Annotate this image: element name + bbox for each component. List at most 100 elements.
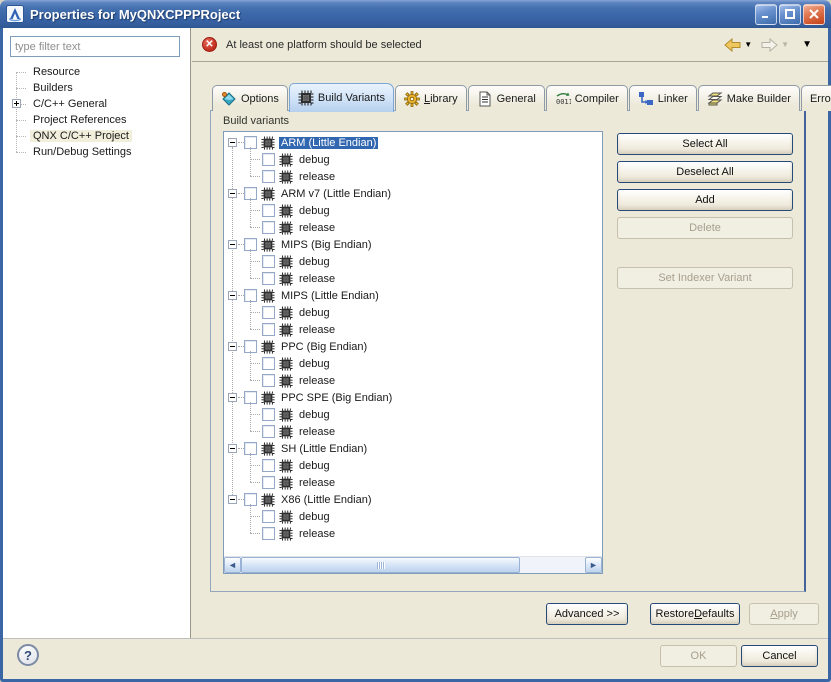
tree-row-variant[interactable]: release xyxy=(224,525,602,542)
tree-row-variant[interactable]: release xyxy=(224,321,602,338)
scroll-left-button[interactable]: ◄ xyxy=(224,557,241,573)
tab-label: Options xyxy=(241,93,279,105)
collapse-icon[interactable] xyxy=(228,240,237,249)
restore-defaults-button[interactable]: Restore Defaults xyxy=(650,603,740,625)
tree-row-platform[interactable]: PPC (Big Endian) xyxy=(224,338,602,355)
sidebar-item-label: Builders xyxy=(30,82,76,94)
tree-row-variant[interactable]: debug xyxy=(224,304,602,321)
help-button[interactable]: ? xyxy=(17,644,39,666)
tab-linker[interactable]: Linker xyxy=(629,85,697,111)
chip-icon xyxy=(261,442,275,456)
tree-row-variant[interactable]: debug xyxy=(224,457,602,474)
cancel-button[interactable]: Cancel xyxy=(741,645,818,667)
tree-row-variant[interactable]: debug xyxy=(224,406,602,423)
variant-checkbox[interactable] xyxy=(262,425,275,438)
chip-icon xyxy=(279,357,293,371)
tree-row-platform[interactable]: ARM (Little Endian) xyxy=(224,134,602,151)
variant-checkbox[interactable] xyxy=(262,374,275,387)
set-indexer-variant-button[interactable]: Set Indexer Variant xyxy=(617,267,793,289)
tree-row-variant[interactable]: debug xyxy=(224,355,602,372)
ok-button[interactable]: OK xyxy=(660,645,737,667)
apply-button[interactable]: Apply xyxy=(749,603,819,625)
deselect-all-button[interactable]: Deselect All xyxy=(617,161,793,183)
tree-row-platform[interactable]: MIPS (Big Endian) xyxy=(224,236,602,253)
variant-checkbox[interactable] xyxy=(262,255,275,268)
tree-row-variant[interactable]: release xyxy=(224,372,602,389)
variant-checkbox[interactable] xyxy=(262,306,275,319)
expand-icon[interactable] xyxy=(12,99,21,108)
sidebar-item-project-references[interactable]: Project References xyxy=(3,112,191,128)
variant-label: release xyxy=(297,273,337,285)
tab-error-parsers[interactable]: Error Parsers xyxy=(801,85,831,111)
add-button[interactable]: Add xyxy=(617,189,793,211)
forward-arrow-icon[interactable] xyxy=(761,38,778,52)
collapse-icon[interactable] xyxy=(228,444,237,453)
platform-label: MIPS (Big Endian) xyxy=(279,239,373,251)
sidebar-item-qnx-c-c-project[interactable]: QNX C/C++ Project xyxy=(3,128,191,144)
scroll-track[interactable] xyxy=(241,557,585,573)
variant-checkbox[interactable] xyxy=(262,323,275,336)
scroll-right-button[interactable]: ► xyxy=(585,557,602,573)
tree-row-variant[interactable]: release xyxy=(224,219,602,236)
sidebar-item-builders[interactable]: Builders xyxy=(3,80,191,96)
collapse-icon[interactable] xyxy=(228,393,237,402)
collapse-icon[interactable] xyxy=(228,291,237,300)
tab-library[interactable]: Library xyxy=(395,85,467,111)
variant-checkbox[interactable] xyxy=(262,204,275,217)
delete-button[interactable]: Delete xyxy=(617,217,793,239)
tree-row-variant[interactable]: release xyxy=(224,474,602,491)
tree-row-variant[interactable]: debug xyxy=(224,508,602,525)
tab-general[interactable]: General xyxy=(468,85,545,111)
back-arrow-icon[interactable] xyxy=(724,38,741,52)
variant-checkbox[interactable] xyxy=(262,221,275,234)
close-button[interactable] xyxy=(803,4,825,25)
error-message: At least one platform should be selected xyxy=(226,39,422,51)
window-title: Properties for MyQNXCPPPRoject xyxy=(30,7,240,22)
tree-row-platform[interactable]: MIPS (Little Endian) xyxy=(224,287,602,304)
tree-row-variant[interactable]: debug xyxy=(224,253,602,270)
variant-checkbox[interactable] xyxy=(262,459,275,472)
advanced-button[interactable]: Advanced >> xyxy=(546,603,628,625)
sidebar-item-run-debug-settings[interactable]: Run/Debug Settings xyxy=(3,144,191,160)
select-all-button[interactable]: Select All xyxy=(617,133,793,155)
view-menu-icon[interactable]: ▼ xyxy=(802,40,812,50)
horizontal-scrollbar[interactable]: ◄ ► xyxy=(224,556,602,573)
collapse-icon[interactable] xyxy=(228,189,237,198)
variant-label: debug xyxy=(297,358,332,370)
minimize-button[interactable] xyxy=(755,4,777,25)
variant-checkbox[interactable] xyxy=(262,153,275,166)
variant-checkbox[interactable] xyxy=(262,527,275,540)
collapse-icon[interactable] xyxy=(228,342,237,351)
tree-row-variant[interactable]: debug xyxy=(224,151,602,168)
collapse-icon[interactable] xyxy=(228,495,237,504)
tab-compiler[interactable]: 0011Compiler xyxy=(546,85,628,111)
back-history-dropdown-icon[interactable]: ▼ xyxy=(744,41,752,49)
tree-row-platform[interactable]: SH (Little Endian) xyxy=(224,440,602,457)
forward-history-dropdown-icon[interactable]: ▼ xyxy=(781,41,789,49)
tree-row-variant[interactable]: debug xyxy=(224,202,602,219)
variant-checkbox[interactable] xyxy=(262,272,275,285)
variant-label: debug xyxy=(297,154,332,166)
tree-row-variant[interactable]: release xyxy=(224,423,602,440)
scroll-thumb[interactable] xyxy=(241,557,520,573)
filter-input[interactable] xyxy=(10,36,180,57)
tree-row-variant[interactable]: release xyxy=(224,168,602,185)
tree-row-variant[interactable]: release xyxy=(224,270,602,287)
variant-checkbox[interactable] xyxy=(262,510,275,523)
variant-checkbox[interactable] xyxy=(262,170,275,183)
tab-make-builder[interactable]: Make Builder xyxy=(698,85,800,111)
sidebar-item-c-c-general[interactable]: C/C++ General xyxy=(3,96,191,112)
sidebar-item-resource[interactable]: Resource xyxy=(3,64,191,80)
tab-label: General xyxy=(497,93,536,105)
tab-build-variants[interactable]: Build Variants xyxy=(289,83,394,112)
tree-row-platform[interactable]: PPC SPE (Big Endian) xyxy=(224,389,602,406)
variant-checkbox[interactable] xyxy=(262,357,275,370)
chip-icon xyxy=(279,255,293,269)
variant-checkbox[interactable] xyxy=(262,476,275,489)
tree-row-platform[interactable]: ARM v7 (Little Endian) xyxy=(224,185,602,202)
tab-options[interactable]: Options xyxy=(212,85,288,111)
maximize-button[interactable] xyxy=(779,4,801,25)
collapse-icon[interactable] xyxy=(228,138,237,147)
variant-checkbox[interactable] xyxy=(262,408,275,421)
tree-row-platform[interactable]: X86 (Little Endian) xyxy=(224,491,602,508)
